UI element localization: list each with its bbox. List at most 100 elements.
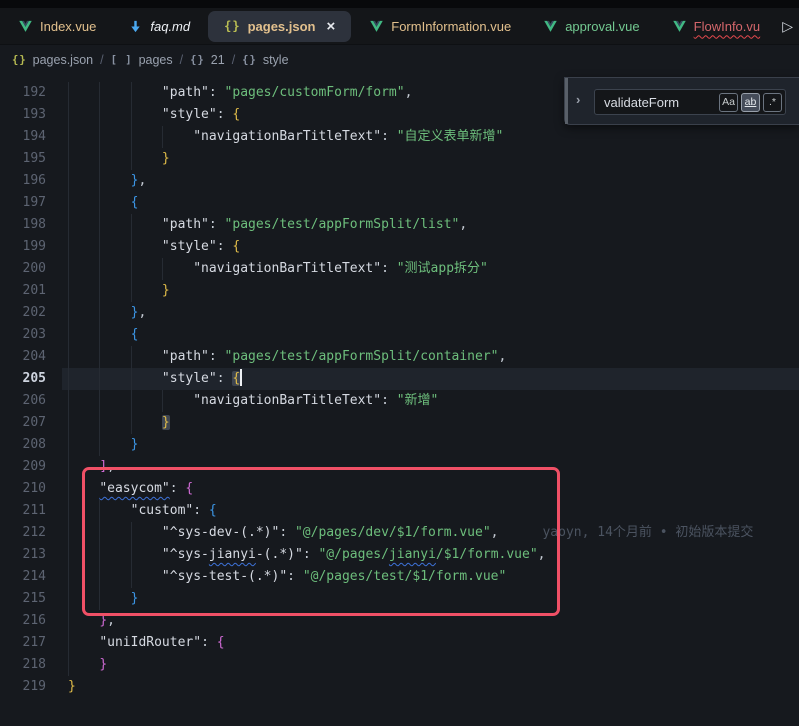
- tab-approval.vue[interactable]: approval.vue: [527, 8, 655, 45]
- line-number[interactable]: 199: [0, 236, 46, 258]
- line-number[interactable]: 193: [0, 104, 46, 126]
- code-line-195[interactable]: 195 }: [0, 148, 799, 170]
- indent-guide: [68, 588, 69, 610]
- tab-pages.json[interactable]: {}pages.json×: [208, 11, 351, 42]
- tab-Index.vue[interactable]: Index.vue: [2, 8, 112, 45]
- line-number[interactable]: 201: [0, 280, 46, 302]
- indent-guide: [162, 126, 163, 148]
- code-line-198[interactable]: 198 "path": "pages/test/appFormSplit/lis…: [0, 214, 799, 236]
- code-line-203[interactable]: 203 {: [0, 324, 799, 346]
- tab-FormInformation.vue[interactable]: FormInformation.vue: [353, 8, 527, 45]
- code-editor[interactable]: 192 "path": "pages/customForm/form",193 …: [0, 75, 799, 726]
- line-number[interactable]: 213: [0, 544, 46, 566]
- code-line-194[interactable]: 194 "navigationBarTitleText": "自定义表单新增": [0, 126, 799, 148]
- code-line-217[interactable]: 217 "uniIdRouter": {: [0, 632, 799, 654]
- line-number[interactable]: 195: [0, 148, 46, 170]
- regex-button[interactable]: .*: [763, 93, 782, 112]
- code-token: }: [131, 591, 139, 606]
- line-number[interactable]: 214: [0, 566, 46, 588]
- code-line-219[interactable]: 219}: [0, 676, 799, 698]
- code-line-206[interactable]: 206 "navigationBarTitleText": "新增": [0, 390, 799, 412]
- breadcrumb-item-style[interactable]: {}style: [242, 53, 288, 67]
- tab-FlowInfo.vu[interactable]: FlowInfo.vu: [656, 8, 776, 45]
- code-line-211[interactable]: 211 "custom": {: [0, 500, 799, 522]
- line-number[interactable]: 217: [0, 632, 46, 654]
- code-token: "新增": [397, 393, 439, 408]
- tab-label: Index.vue: [40, 19, 96, 34]
- whole-word-button[interactable]: ab: [741, 93, 760, 112]
- match-case-button[interactable]: Aa: [719, 93, 738, 112]
- code-token: "pages/test/appFormSplit/list": [225, 217, 460, 232]
- line-number[interactable]: 211: [0, 500, 46, 522]
- code-content: "navigationBarTitleText": "测试app拆分": [68, 258, 488, 280]
- line-number[interactable]: 212: [0, 522, 46, 544]
- indent-guide: [99, 500, 100, 522]
- code-line-200[interactable]: 200 "navigationBarTitleText": "测试app拆分": [0, 258, 799, 280]
- code-content: "path": "pages/test/appFormSplit/contain…: [68, 346, 506, 368]
- line-number[interactable]: 210: [0, 478, 46, 500]
- line-number[interactable]: 215: [0, 588, 46, 610]
- code-token: "^sys-dev-(.*)": [162, 525, 279, 540]
- indent-guide: [99, 214, 100, 236]
- indent-guide: [68, 522, 69, 544]
- code-line-212[interactable]: 212 "^sys-dev-(.*)": "@/pages/dev/$1/for…: [0, 522, 799, 544]
- code-content: }: [68, 148, 170, 170]
- code-line-207[interactable]: 207 }: [0, 412, 799, 434]
- code-token: "style": [162, 371, 217, 386]
- code-line-214[interactable]: 214 "^sys-test-(.*)": "@/pages/test/$1/f…: [0, 566, 799, 588]
- symbol-icon: {}: [242, 54, 257, 66]
- indent-guide: [68, 346, 69, 368]
- find-toggle-replace-icon[interactable]: ›: [576, 92, 580, 107]
- indent-guide: [68, 368, 69, 390]
- line-number[interactable]: 192: [0, 82, 46, 104]
- code-line-210[interactable]: 210 "easycom": {: [0, 478, 799, 500]
- line-number[interactable]: 206: [0, 390, 46, 412]
- code-line-205[interactable]: 205 "style": {: [0, 368, 799, 390]
- line-number[interactable]: 198: [0, 214, 46, 236]
- breadcrumb-item-21[interactable]: {}21: [190, 53, 225, 67]
- line-number[interactable]: 208: [0, 434, 46, 456]
- code-line-204[interactable]: 204 "path": "pages/test/appFormSplit/con…: [0, 346, 799, 368]
- line-number[interactable]: 205: [0, 368, 46, 390]
- code-line-213[interactable]: 213 "^sys-jianyi-(.*)": "@/pages/jianyi/…: [0, 544, 799, 566]
- tab-faq.md[interactable]: faq.md: [112, 8, 206, 45]
- indent-guide: [68, 302, 69, 324]
- line-number[interactable]: 219: [0, 676, 46, 698]
- code-token: "^sys-: [162, 547, 209, 562]
- code-line-218[interactable]: 218 }: [0, 654, 799, 676]
- line-number[interactable]: 216: [0, 610, 46, 632]
- code-line-202[interactable]: 202 },: [0, 302, 799, 324]
- close-icon[interactable]: ×: [327, 19, 336, 34]
- find-resize-handle[interactable]: [565, 78, 568, 124]
- code-line-216[interactable]: 216 },: [0, 610, 799, 632]
- find-input[interactable]: [595, 95, 719, 110]
- line-number[interactable]: 200: [0, 258, 46, 280]
- code-content: }: [68, 588, 138, 610]
- line-number[interactable]: 197: [0, 192, 46, 214]
- indent-guide: [68, 456, 69, 478]
- code-line-197[interactable]: 197 {: [0, 192, 799, 214]
- code-line-209[interactable]: 209 ],: [0, 456, 799, 478]
- indent-guide: [131, 126, 132, 148]
- line-number[interactable]: 196: [0, 170, 46, 192]
- line-number[interactable]: 204: [0, 346, 46, 368]
- code-line-196[interactable]: 196 },: [0, 170, 799, 192]
- code-token: "path": [162, 85, 209, 100]
- indent-guide: [68, 126, 69, 148]
- code-line-201[interactable]: 201 }: [0, 280, 799, 302]
- breadcrumb-item-pages[interactable]: [ ]pages: [111, 53, 173, 67]
- line-number[interactable]: 202: [0, 302, 46, 324]
- code-line-215[interactable]: 215 }: [0, 588, 799, 610]
- code-line-208[interactable]: 208 }: [0, 434, 799, 456]
- line-number[interactable]: 203: [0, 324, 46, 346]
- line-number[interactable]: 207: [0, 412, 46, 434]
- indent-guide: [68, 214, 69, 236]
- code-line-199[interactable]: 199 "style": {: [0, 236, 799, 258]
- line-number[interactable]: 218: [0, 654, 46, 676]
- line-number[interactable]: 194: [0, 126, 46, 148]
- line-number[interactable]: 209: [0, 456, 46, 478]
- indent-guide: [99, 82, 100, 104]
- more-tabs-icon[interactable]: ▷: [778, 18, 797, 35]
- indent-guide: [131, 258, 132, 280]
- breadcrumb-item-pages.json[interactable]: {}pages.json: [12, 53, 93, 67]
